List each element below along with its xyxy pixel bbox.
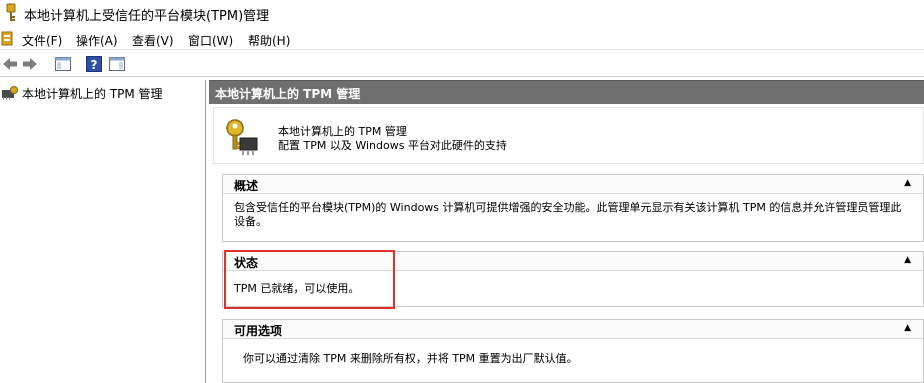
menu-action[interactable]: 操作(A) <box>76 32 118 49</box>
menu-help[interactable]: 帮助(H) <box>248 32 290 49</box>
status-section-header[interactable]: 状态 ▲ <box>223 252 923 271</box>
overview-section: 概述 ▲ 包含受信任的平台模块(TPM)的 Windows 计算机可提供增强的安… <box>222 174 924 242</box>
available-options-section-text: 你可以通过清除 TPM 来删除所有权，并将 TPM 重置为出厂默认值。 <box>243 352 578 365</box>
title-bar: 本地计算机上受信任的平台模块(TPM)管理 <box>0 0 924 26</box>
banner-subtitle: 配置 TPM 以及 Windows 平台对此硬件的支持 <box>278 139 507 152</box>
available-options-section-header[interactable]: 可用选项 ▲ <box>223 320 923 339</box>
overview-section-header[interactable]: 概述 ▲ <box>223 175 923 194</box>
console-tree: 本地计算机上的 TPM 管理 <box>0 80 206 383</box>
content-header: 本地计算机上的 TPM 管理 <box>209 80 924 104</box>
content-header-title: 本地计算机上的 TPM 管理 <box>215 87 361 101</box>
status-section: 状态 ▲ TPM 已就绪，可以使用。 <box>222 251 924 307</box>
snapin-banner: 本地计算机上的 TPM 管理 配置 TPM 以及 Windows 平台对此硬件的… <box>213 107 924 164</box>
show-hide-console-tree-icon[interactable] <box>54 55 72 73</box>
collapse-arrow-icon[interactable]: ▲ <box>904 255 911 265</box>
menu-file[interactable]: 文件(F) <box>22 32 62 49</box>
tree-node-label: 本地计算机上的 TPM 管理 <box>22 87 163 101</box>
collapse-arrow-icon[interactable]: ▲ <box>904 178 911 188</box>
overview-section-title: 概述 <box>234 179 259 193</box>
help-icon[interactable]: ? <box>85 55 103 73</box>
available-options-section: 可用选项 ▲ 你可以通过清除 TPM 来删除所有权，并将 TPM 重置为出厂默认… <box>222 319 924 383</box>
back-icon[interactable] <box>1 55 19 73</box>
status-section-text: TPM 已就绪，可以使用。 <box>234 282 360 295</box>
show-hide-action-pane-icon[interactable] <box>108 55 126 73</box>
tpm-key-chip-icon <box>226 119 258 155</box>
console-menu-icon[interactable] <box>0 31 14 47</box>
svg-text:?: ? <box>91 58 98 72</box>
available-options-section-title: 可用选项 <box>234 324 283 338</box>
status-section-title: 状态 <box>234 256 259 270</box>
toolbar: ? <box>0 52 924 77</box>
tree-node-tpm-management[interactable]: 本地计算机上的 TPM 管理 <box>0 84 170 102</box>
overview-section-text: 包含受信任的平台模块(TPM)的 Windows 计算机可提供增强的安全功能。此… <box>234 201 902 228</box>
collapse-arrow-icon[interactable]: ▲ <box>904 323 911 333</box>
menu-bar: 文件(F) 操作(A) 查看(V) 窗口(W) 帮助(H) <box>0 28 924 50</box>
menu-window[interactable]: 窗口(W) <box>188 32 233 49</box>
tpm-chip-key-icon <box>2 86 18 100</box>
forward-icon[interactable] <box>21 55 39 73</box>
menu-view[interactable]: 查看(V) <box>132 32 174 49</box>
window-title: 本地计算机上受信任的平台模块(TPM)管理 <box>24 9 270 24</box>
content-pane: 本地计算机上的 TPM 管理 本地计算机上的 TPM 管理 配置 TPM 以及 … <box>209 80 924 383</box>
tpm-app-icon <box>6 3 16 21</box>
